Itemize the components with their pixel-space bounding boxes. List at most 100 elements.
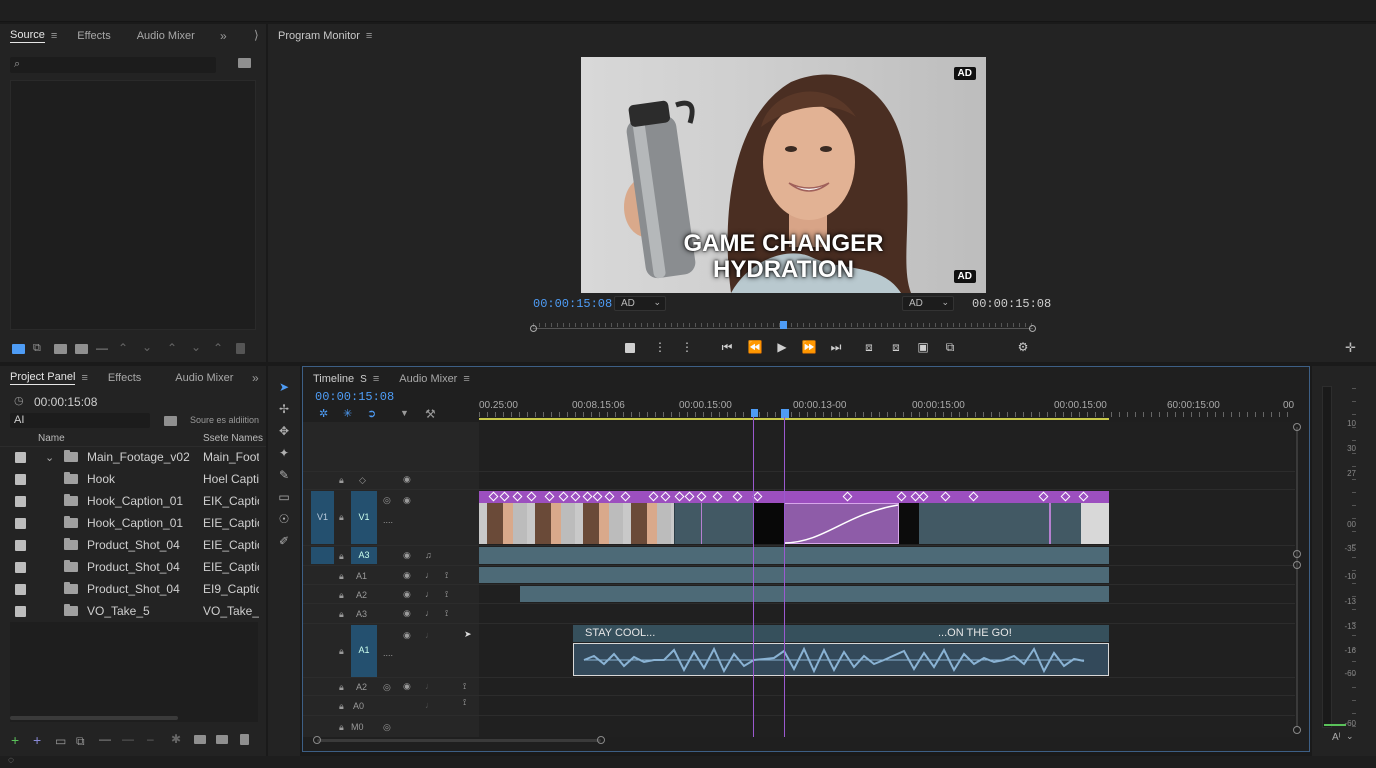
scroll-handle[interactable] — [1293, 423, 1301, 431]
rewind-icon[interactable]: ⏪ — [746, 340, 764, 354]
eye-icon[interactable]: ◉ — [403, 608, 411, 619]
list-item[interactable]: ⌄ Main_Footage_v02 Main_Footag — [0, 446, 259, 468]
tab-timeline[interactable]: Timeline S ≡ — [303, 367, 389, 391]
keyframe-diamond[interactable] — [592, 491, 603, 502]
tab-effects[interactable]: Effects — [67, 24, 120, 48]
lock-icon[interactable]: 🔒︎ — [339, 475, 344, 486]
headphones-icon[interactable]: ♫ — [425, 550, 432, 560]
keyframe-diamond[interactable] — [732, 491, 743, 502]
checkbox[interactable] — [15, 495, 26, 507]
chevron-up-icon[interactable]: ⌃ — [118, 341, 128, 355]
caption-clip-right[interactable]: ...ON THE GO! — [898, 625, 1109, 642]
keyframe-diamond[interactable] — [1078, 491, 1089, 502]
keyframe-diamond[interactable] — [620, 491, 631, 502]
keyframe-diamond[interactable] — [582, 491, 593, 502]
keyframe-diamond[interactable] — [918, 491, 929, 502]
step-forward-icon[interactable]: ⏭ — [827, 340, 845, 354]
keyframe-diamond[interactable] — [752, 491, 763, 502]
hscroll-end-handle[interactable] — [597, 736, 605, 744]
track-target-v1[interactable]: V1 — [351, 491, 377, 544]
trash-icon[interactable] — [236, 343, 245, 354]
keyframe-diamond[interactable] — [648, 491, 659, 502]
tab-source[interactable]: Source ≡ — [0, 24, 67, 48]
mic-icon[interactable]: ♩ — [425, 608, 434, 618]
work-area-bar[interactable] — [479, 418, 1109, 420]
eye-icon[interactable]: ◉ — [403, 630, 411, 641]
menu-icon[interactable]: ≡ — [81, 372, 87, 384]
mic-icon[interactable]: ♩ — [425, 589, 434, 599]
track-select-tool-icon[interactable]: ✢ — [276, 401, 292, 417]
add-icon[interactable]: + — [11, 732, 19, 748]
timeline-ruler[interactable]: 00.25:00 00:08.15:06 00:00.15:00 00:00.1… — [479, 397, 1294, 420]
pin-icon[interactable]: ✱ — [171, 732, 181, 746]
wrench-icon[interactable]: ⚒ — [425, 407, 436, 421]
keyframe-diamond[interactable] — [684, 491, 695, 502]
checkbox[interactable] — [15, 473, 26, 485]
eye-icon[interactable]: ◉ — [403, 681, 411, 692]
lock-icon[interactable]: 🔒︎ — [339, 551, 344, 562]
checkbox[interactable] — [15, 539, 26, 551]
timeline-horizontal-scrollbar[interactable] — [317, 739, 601, 742]
chevron-double-right-icon[interactable]: » — [220, 29, 227, 43]
list-item[interactable]: Hook_Caption_01 EIE_Caption — [0, 512, 259, 534]
selection-tool-icon[interactable]: ➤ — [276, 379, 292, 395]
insert-icon[interactable]: ⧈ — [860, 340, 878, 354]
folder-icon[interactable] — [238, 58, 251, 68]
keyframe-strip[interactable] — [479, 491, 1109, 503]
scroll-handle[interactable] — [1293, 561, 1301, 569]
mic-icon[interactable]: ♩ — [425, 700, 434, 710]
folder-icon[interactable] — [194, 735, 206, 744]
col-name[interactable]: Name — [38, 433, 65, 444]
list-item[interactable]: Product_Shot_04 EIE_Caption — [0, 556, 259, 578]
col-label[interactable]: Ssete Names — [203, 433, 263, 444]
scroll-handle[interactable] — [1293, 550, 1301, 558]
step-back-icon[interactable]: ⏮ — [718, 340, 736, 354]
razor-tool-icon[interactable]: ✦ — [276, 445, 292, 461]
tab-audio-mixer[interactable]: Audio Mixer — [165, 366, 243, 390]
program-timecode-current[interactable]: 00:00:15:08 — [533, 297, 612, 311]
checkbox[interactable] — [15, 605, 26, 617]
voice-icon[interactable]: ⟟ — [445, 589, 448, 600]
keyframe-diamond[interactable] — [696, 491, 707, 502]
keyframe-diamond[interactable] — [712, 491, 723, 502]
eye-icon[interactable]: ◉ — [403, 495, 411, 506]
timeline-timecode[interactable]: 00:00:15:08 — [315, 390, 394, 404]
source-patch-a3[interactable] — [311, 547, 334, 564]
sync-lock-icon[interactable]: ◎ — [383, 495, 391, 506]
project-scrollbar[interactable] — [10, 716, 178, 720]
meter-channel-label[interactable]: Aᴵ — [1332, 732, 1340, 743]
type-tool-icon[interactable]: ✐ — [276, 533, 292, 549]
eye-icon[interactable]: ◉ — [403, 474, 411, 485]
menu-icon[interactable]: ≡ — [463, 373, 469, 385]
voice-icon[interactable]: ⟟ — [445, 608, 448, 619]
menu-icon[interactable]: ≡ — [366, 30, 372, 42]
add-button-icon[interactable]: ✛ — [1345, 340, 1356, 356]
folder-blue-icon[interactable] — [12, 344, 25, 354]
marker-dropdown-icon[interactable]: ▼ — [400, 408, 409, 418]
tab-audio-mixer[interactable]: Audio Mixer ≡ — [389, 367, 480, 391]
source-patch-v1[interactable]: V1 — [311, 491, 334, 544]
snap-icon[interactable]: ✲ — [319, 407, 328, 420]
keyframe-diamond[interactable] — [1060, 491, 1071, 502]
menu-icon[interactable]: ≡ — [51, 30, 57, 42]
list-item[interactable]: Hook_Caption_01 EIK_Caption — [0, 490, 259, 512]
keyframe-diamond[interactable] — [940, 491, 951, 502]
in-point-marker[interactable] — [751, 409, 758, 417]
lock-icon[interactable]: 🔒︎ — [339, 722, 344, 733]
chevron-double-right-icon[interactable]: » — [252, 371, 259, 385]
add-marker-icon[interactable]: ➲ — [367, 407, 376, 420]
tab-audio-mixer[interactable]: Audio Mixer — [127, 24, 205, 48]
eye-icon[interactable]: ◉ — [403, 550, 411, 561]
chevron-down-icon[interactable]: ⌄ — [45, 451, 54, 464]
minus-icon[interactable]: — — [96, 341, 108, 355]
lock-icon[interactable]: 🔒︎ — [339, 512, 344, 523]
hand-tool-icon[interactable]: ☉ — [276, 511, 292, 527]
mic-icon[interactable]: ♩ — [425, 570, 434, 580]
scroll-handle[interactable] — [1293, 726, 1301, 734]
minus-icon[interactable]: — — [99, 732, 111, 746]
audio-clip[interactable] — [479, 567, 1109, 583]
menu-icon[interactable]: ≡ — [373, 373, 379, 385]
play-icon[interactable]: ▶ — [773, 340, 791, 354]
voice-icon[interactable]: ⟟ — [463, 681, 466, 692]
tab-effects[interactable]: Effects — [98, 366, 151, 390]
